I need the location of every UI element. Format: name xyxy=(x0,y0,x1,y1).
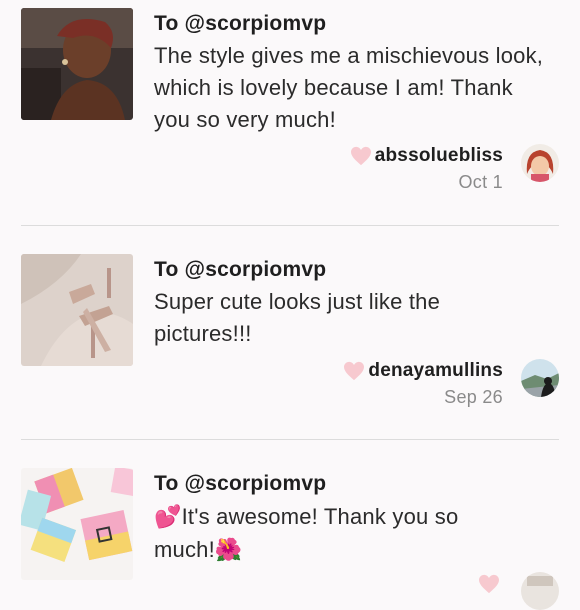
divider xyxy=(21,225,559,226)
review-thumbnail[interactable] xyxy=(21,254,133,366)
selfie-photo-icon xyxy=(21,8,133,120)
landscape-avatar-icon xyxy=(521,359,559,397)
heels-photo-icon xyxy=(21,254,133,366)
review-comment: The style gives me a mischievous look, w… xyxy=(154,43,544,132)
hibiscus-emoji: 🌺 xyxy=(214,538,243,563)
cartoon-avatar-icon xyxy=(521,144,559,182)
review-comment-text: It's awesome! Thank you so much! xyxy=(154,504,459,562)
two-hearts-emoji: 💕 xyxy=(154,505,182,530)
review-comment: Super cute looks just like the pictures!… xyxy=(154,289,441,346)
mystery-box-photo-icon xyxy=(21,468,133,580)
review-date: Sep 26 xyxy=(444,387,503,407)
reviewer-avatar[interactable] xyxy=(521,144,559,182)
review-date: Oct 1 xyxy=(458,172,503,192)
reviewer-row[interactable]: abssoluebliss xyxy=(350,143,503,169)
review-comment: 💕It's awesome! Thank you so much!🌺 xyxy=(154,501,514,567)
avatar-icon xyxy=(521,572,559,610)
review-thumbnail[interactable] xyxy=(21,468,133,580)
review-recipient: To @scorpiomvp xyxy=(154,258,327,281)
reviewer-username[interactable]: denayamullins xyxy=(368,360,503,382)
reviewer-row[interactable]: denayamullins xyxy=(343,358,503,384)
heart-icon xyxy=(344,361,365,381)
review-feed: To @scorpiomvp The style gives me a misc… xyxy=(0,0,580,610)
reviewer-avatar[interactable] xyxy=(521,572,559,610)
reviewer-row[interactable] xyxy=(478,571,503,597)
reviewer-username[interactable]: abssoluebliss xyxy=(375,145,503,167)
reviewer-avatar[interactable] xyxy=(521,359,559,397)
review-thumbnail[interactable] xyxy=(21,8,133,120)
review-recipient: To @scorpiomvp xyxy=(154,472,327,495)
review-recipient: To @scorpiomvp xyxy=(154,12,327,35)
heart-icon xyxy=(479,574,499,594)
divider xyxy=(21,439,559,440)
heart-icon xyxy=(350,146,371,166)
